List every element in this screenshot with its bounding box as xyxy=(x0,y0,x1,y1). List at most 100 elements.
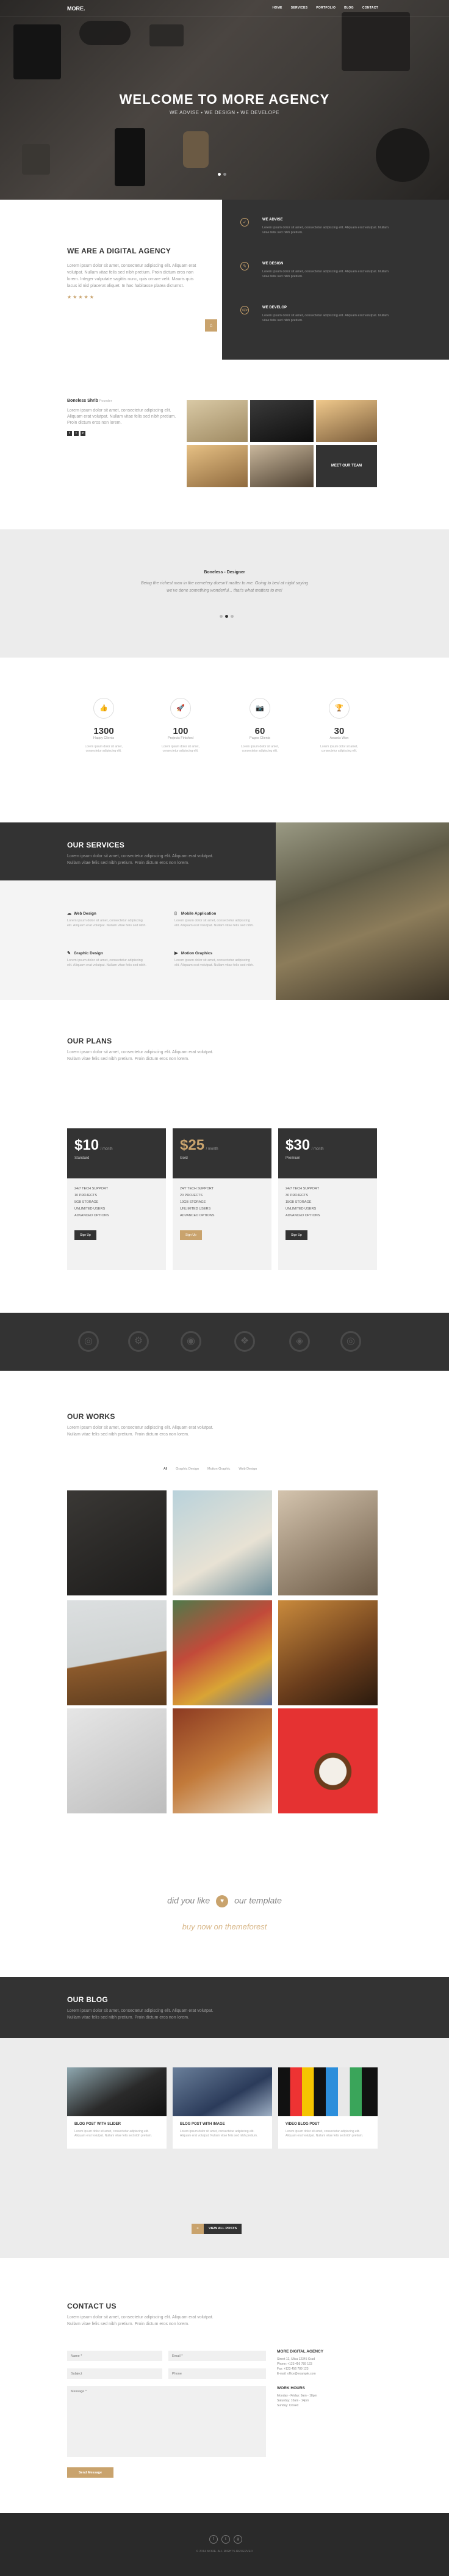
portfolio-item[interactable] xyxy=(278,1600,378,1705)
slider-dots xyxy=(218,173,226,176)
menu-item-contact[interactable]: CONTACT xyxy=(362,6,378,10)
services-header: OUR SERVICES Lorem ipsum dolor sit amet,… xyxy=(0,822,276,880)
team-photo[interactable] xyxy=(187,400,248,442)
blog-post[interactable]: BLOG POST WITH IMAGE Lorem ipsum dolor s… xyxy=(173,2067,272,2149)
send-message-button[interactable]: Send Message xyxy=(67,2467,113,2478)
hero-title: WELCOME TO MORE AGENCY xyxy=(119,92,330,107)
plan-feature: ADVANCED OPTIONS xyxy=(180,1214,215,1217)
message-field[interactable] xyxy=(67,2386,266,2457)
portfolio-item[interactable] xyxy=(173,1490,272,1595)
plan-price: $25 xyxy=(180,1137,205,1153)
blog-post-title[interactable]: BLOG POST WITH SLIDER xyxy=(67,2116,167,2126)
intro-arrow[interactable]: ⌂ xyxy=(205,319,217,332)
template-promo-section: did you like ♥ our template buy now on the… xyxy=(0,1874,449,1977)
twitter-icon[interactable]: t xyxy=(221,2535,230,2544)
email-field[interactable] xyxy=(168,2351,266,2361)
portfolio-item[interactable] xyxy=(67,1490,167,1595)
testimonial-dot[interactable] xyxy=(225,615,228,618)
client-logo[interactable]: ◈ xyxy=(289,1331,310,1352)
plan-price: $30 xyxy=(286,1137,311,1153)
agency-name: MORE DIGITAL AGENCY xyxy=(277,2349,324,2354)
menu-item-home[interactable]: HOME xyxy=(272,6,282,10)
service-text: Lorem ipsum dolor sit amet, consectetur … xyxy=(67,919,146,927)
team-section: Boneless Shrib Founder Lorem ipsum dolor… xyxy=(0,360,449,529)
client-logo[interactable]: ◎ xyxy=(78,1331,99,1352)
service-graphic: ✎ Graphic Design Lorem ipsum dolor sit a… xyxy=(67,951,146,968)
client-logo[interactable]: ◉ xyxy=(181,1331,201,1352)
intro-text: Lorem ipsum dolor sit amet, consectetur … xyxy=(67,264,196,288)
name-field[interactable] xyxy=(67,2351,162,2361)
blog-post[interactable]: BLOG POST WITH SLIDER Lorem ipsum dolor … xyxy=(67,2067,167,2149)
linkedin-icon[interactable]: in xyxy=(81,431,85,436)
signup-button[interactable]: Sign Up xyxy=(74,1230,96,1240)
filter-motion-graphic[interactable]: Motion Graphic xyxy=(207,1467,230,1471)
stat-text: Lorem ipsum dolor sit amet, consectetur … xyxy=(162,745,199,753)
stat-label: Pages Clients xyxy=(250,736,270,740)
plan-feature: 10 PROJECTS xyxy=(74,1194,97,1197)
twitter-icon[interactable]: t xyxy=(74,431,79,436)
portfolio-item[interactable] xyxy=(173,1600,272,1705)
client-logo[interactable]: ❖ xyxy=(234,1331,255,1352)
stat-value: 30 xyxy=(334,726,345,736)
menu-item-blog[interactable]: BLOG xyxy=(344,6,354,10)
work-hours-title: WORK HOURS xyxy=(277,2386,305,2390)
mobile-icon: ▯ xyxy=(174,912,177,916)
client-logo[interactable]: ⚙ xyxy=(128,1331,149,1352)
hours-line: Monday - Friday: 9am - 18pm xyxy=(277,2394,317,2398)
glasses-image xyxy=(79,21,131,45)
filter-web-design[interactable]: Web Design xyxy=(239,1467,257,1471)
portfolio-item[interactable] xyxy=(67,1600,167,1705)
meet-team-button[interactable]: MEET OUR TEAM xyxy=(316,445,377,487)
filter-all[interactable]: All xyxy=(163,1467,167,1471)
testimonial-dot[interactable] xyxy=(220,615,223,618)
plan-feature: 24/7 TECH SUPPORT xyxy=(180,1187,214,1191)
team-photo[interactable] xyxy=(250,445,314,487)
plans-title: OUR PLANS xyxy=(67,1037,112,1045)
plan-feature: 5GB STORAGE xyxy=(74,1200,99,1204)
menu-item-portfolio[interactable]: PORTFOLIO xyxy=(316,6,336,10)
service-mobile: ▯ Mobile Application Lorem ipsum dolor s… xyxy=(174,911,254,928)
google-plus-icon[interactable]: g xyxy=(234,2535,242,2544)
hero-subtitle: WE ADVISE • WE DESIGN • WE DEVELOPE xyxy=(169,110,280,115)
code-icon: </> xyxy=(240,306,249,314)
testimonial-section: Boneless - Designer Being the richest ma… xyxy=(0,529,449,658)
blog-post-text: Lorem ipsum dolor sit amet, consectetur … xyxy=(180,2130,258,2138)
filter-graphic-design[interactable]: Graphic Design xyxy=(176,1467,199,1471)
blog-post-title[interactable]: BLOG POST WITH IMAGE xyxy=(173,2116,272,2126)
service-title: Motion Graphics xyxy=(181,951,213,956)
intro-title: WE ARE A DIGITAL AGENCY xyxy=(67,247,171,255)
blog-post[interactable]: VIDEO BLOG POST Lorem ipsum dolor sit am… xyxy=(278,2067,378,2149)
buy-link[interactable]: buy now on themeforest xyxy=(0,1922,449,1931)
portfolio-item[interactable] xyxy=(67,1708,167,1813)
signup-button[interactable]: Sign Up xyxy=(180,1230,202,1240)
portfolio-item[interactable] xyxy=(278,1708,378,1813)
signup-button[interactable]: Sign Up xyxy=(286,1230,307,1240)
slider-dot[interactable] xyxy=(218,173,221,176)
team-photo[interactable] xyxy=(187,445,248,487)
portfolio-item[interactable] xyxy=(173,1708,272,1813)
team-photo[interactable] xyxy=(316,400,377,442)
client-logo[interactable]: ◎ xyxy=(340,1331,361,1352)
testimonial-dot[interactable] xyxy=(231,615,234,618)
subject-field[interactable] xyxy=(67,2368,162,2379)
facebook-icon[interactable]: f xyxy=(67,431,72,436)
phone-field[interactable] xyxy=(168,2368,266,2379)
plan-feature: ADVANCED OPTIONS xyxy=(286,1214,320,1217)
phone-line: Phone: +123 456 789 123 xyxy=(277,2362,312,2366)
watch-image xyxy=(183,131,209,168)
services-lead: Lorem ipsum dolor sit amet, consectetur … xyxy=(67,854,214,865)
team-photo[interactable] xyxy=(250,400,314,442)
plan-feature: 24/7 TECH SUPPORT xyxy=(286,1187,320,1191)
facebook-icon[interactable]: f xyxy=(209,2535,218,2544)
menu-item-services[interactable]: SERVICES xyxy=(291,6,308,10)
site-logo[interactable]: MORE. xyxy=(67,5,85,12)
slider-dot[interactable] xyxy=(223,173,226,176)
stat-clients: 👍 1300 Happy Clients Lorem ipsum dolor s… xyxy=(79,698,128,753)
copyright-text: © 2014 MORE. ALL RIGHTS RESERVED xyxy=(196,2550,253,2553)
testimonial-dots xyxy=(220,615,234,618)
plan-feature: 20 PROJECTS xyxy=(180,1194,203,1197)
portfolio-item[interactable] xyxy=(278,1490,378,1595)
service-title: Mobile Application xyxy=(181,912,217,916)
view-all-posts-button[interactable]: ≡ VIEW ALL POSTS xyxy=(192,2224,242,2234)
blog-post-title[interactable]: VIDEO BLOG POST xyxy=(278,2116,378,2126)
